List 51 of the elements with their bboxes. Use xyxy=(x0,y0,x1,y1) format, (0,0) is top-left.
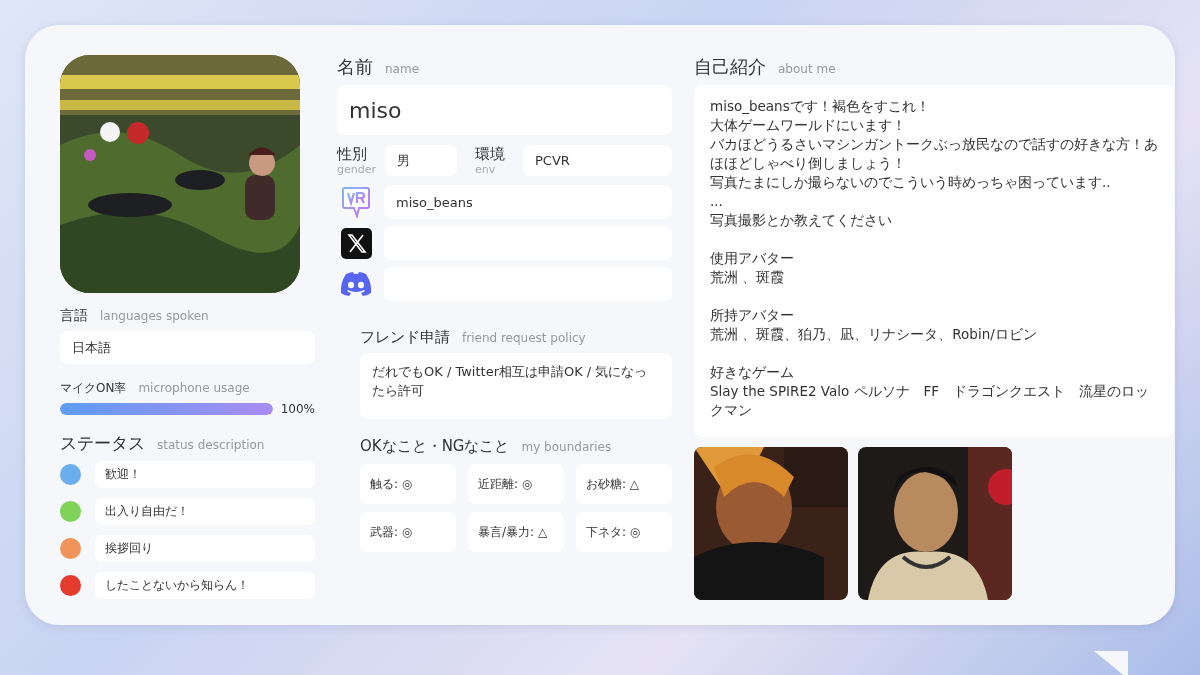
about-text-line: バカほどうるさいマシンガントークぶっ放民なので話すの好きな方！あほほどしゃべり倒しましょう！ xyxy=(710,135,1158,173)
field-label: 環境 xyxy=(475,146,506,162)
about-text-line: 所持アバター xyxy=(710,306,795,325)
section-title: 名前 xyxy=(337,55,373,79)
section-title: フレンド申請 xyxy=(360,328,450,347)
about-text-line: 写真撮影とか教えてください xyxy=(710,211,893,230)
section-subtitle: my boundaries xyxy=(521,440,612,454)
field-sublabel: gender xyxy=(337,163,377,175)
status-text: 挨拶回り xyxy=(95,535,315,562)
environment-field: PCVR xyxy=(523,145,672,176)
discord-logo-icon xyxy=(339,271,373,297)
section-title: OKなこと・NGなこと xyxy=(360,437,510,456)
field-sublabel: env xyxy=(475,163,497,175)
account-field: miso_beans xyxy=(384,185,672,219)
languages-field: 日本語 xyxy=(60,331,315,364)
section-subtitle: name xyxy=(385,62,420,76)
boundary-item: お砂糖: △ xyxy=(576,464,672,504)
speech-bubble-tail xyxy=(1094,651,1128,675)
about-text-line: 荒洲 、斑霞、狛乃、凪、リナシータ、Robin/ロビン xyxy=(710,325,1038,344)
status-text: 出入り自由だ！ xyxy=(95,498,315,525)
chat-bubble-icon xyxy=(341,186,371,218)
section-subtitle: friend request policy xyxy=(462,331,586,345)
about-text-line: 使用アバター xyxy=(710,249,795,268)
boundary-item: 下ネタ: ◎ xyxy=(576,512,672,552)
about-text-line: ... xyxy=(710,192,724,211)
name-field: miso xyxy=(337,85,672,135)
x-logo-icon xyxy=(340,227,372,259)
about-text-line: 大体ゲームワールドにいます！ xyxy=(710,116,907,135)
boundary-item: 触る: ◎ xyxy=(360,464,456,504)
status-text: 歓迎！ xyxy=(95,461,315,488)
section-subtitle: microphone usage xyxy=(138,381,250,395)
friend-request-text: だれでもOK / Twitter相互は申請OK / 気になったら許可 xyxy=(360,353,672,419)
about-text-line: 好きなゲーム xyxy=(710,363,795,382)
about-text-line: 荒洲 、斑霞 xyxy=(710,268,786,287)
status-text: したことないから知らん！ xyxy=(95,572,315,599)
field-label: 性別 xyxy=(337,146,368,162)
section-subtitle: languages spoken xyxy=(100,309,209,323)
section-subtitle: about me xyxy=(778,62,836,76)
gender-field: 男 xyxy=(385,145,457,176)
boundary-item: 暴言/暴力: △ xyxy=(468,512,564,552)
boundary-item: 武器: ◎ xyxy=(360,512,456,552)
section-title: 自己紹介 xyxy=(694,55,766,79)
section-title: ステータス xyxy=(60,432,145,455)
section-title: 言語 xyxy=(60,307,88,325)
about-text-line: miso_beansです！褐色をすこれ！ xyxy=(710,97,931,116)
section-subtitle: status description xyxy=(157,438,265,452)
meter-reading: 100% xyxy=(280,402,315,416)
about-text-line: Slay the SPIRE2 Valo ペルソナ FF ドラゴンクエスト 流星のロックマン xyxy=(710,382,1151,420)
boundary-item: 近距離: ◎ xyxy=(468,464,564,504)
about-text-line: 写真たまにしか撮らないのでこういう時めっちゃ困っています.. xyxy=(710,173,1112,192)
section-title: マイクON率 xyxy=(60,380,127,397)
